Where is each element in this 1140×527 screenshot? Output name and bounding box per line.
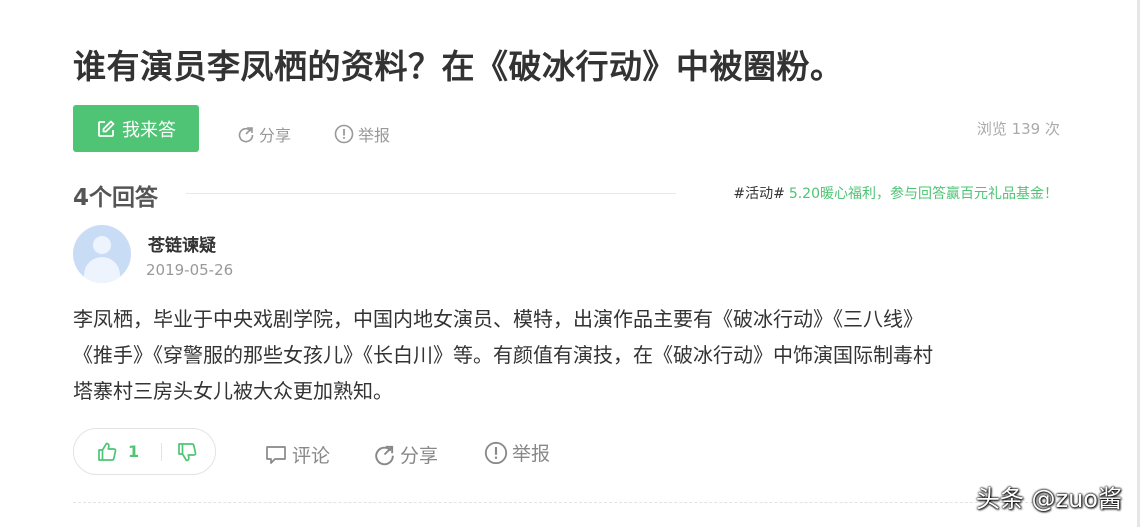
answer-button[interactable]: 我来答	[73, 105, 199, 152]
answer-report-label: 举报	[512, 443, 551, 465]
vote-separator	[161, 442, 163, 461]
answers-count-heading: 4个回答	[73, 185, 159, 211]
answer-share-button[interactable]: 分享	[373, 441, 438, 468]
edit-icon	[98, 120, 115, 137]
activity-banner[interactable]: #活动# 5.20暖心福利，参与回答赢百元礼品基金！	[733, 183, 1058, 203]
answer-divider	[73, 502, 1063, 503]
thumbs-up-icon	[98, 442, 117, 461]
comment-icon	[266, 445, 286, 464]
vote-box: 1	[73, 428, 216, 475]
answer-body: 李凤栖，毕业于中央戏剧学院，中国内地女演员、模特，出演作品主要有《破冰行动》《三…	[73, 301, 1073, 409]
report-icon	[484, 441, 508, 464]
avatar-placeholder-body	[84, 257, 120, 283]
dislike-button[interactable]	[176, 441, 198, 463]
report-label: 举报	[358, 126, 391, 145]
view-count: 浏览 139 次	[976, 120, 1060, 138]
share-button[interactable]: 分享	[237, 122, 291, 146]
answer-share-label: 分享	[400, 445, 439, 467]
answer-line: 《推手》《穿警服的那些女孩儿》《长白川》等。有颜值有演技，在《破冰行动》中饰演国…	[73, 343, 933, 367]
like-button[interactable]: 1	[96, 441, 139, 463]
avatar[interactable]	[73, 225, 131, 283]
comment-label: 评论	[292, 445, 331, 467]
share-icon	[238, 127, 254, 143]
answer-line: 李凤栖，毕业于中央戏剧学院，中国内地女演员、模特，出演作品主要有《破冰行动》《三…	[73, 307, 923, 331]
comment-button[interactable]: 评论	[264, 441, 330, 468]
like-count: 1	[128, 442, 140, 461]
heading-divider	[186, 193, 676, 194]
activity-link[interactable]: 5.20暖心福利，参与回答赢百元礼品基金！	[789, 186, 1058, 202]
answer-line: 塔寨村三房头女儿被大众更加熟知。	[73, 379, 393, 403]
share-label: 分享	[259, 126, 292, 145]
share-icon	[375, 445, 394, 466]
answer-report-button[interactable]: 举报	[484, 439, 550, 466]
watermark: 头条 @zuo酱	[975, 485, 1122, 513]
answer-button-label: 我来答	[122, 119, 176, 141]
answer-date: 2019-05-26	[146, 261, 234, 279]
report-button[interactable]: 举报	[334, 122, 390, 146]
author-name[interactable]: 苍链谏疑	[148, 231, 216, 256]
avatar-placeholder-head	[93, 236, 111, 254]
activity-tag: #活动#	[733, 186, 785, 202]
question-title: 谁有演员李凤栖的资料？在《破冰行动》中被圈粉。	[73, 47, 844, 86]
thumbs-down-icon	[178, 442, 197, 461]
report-icon	[334, 124, 354, 144]
